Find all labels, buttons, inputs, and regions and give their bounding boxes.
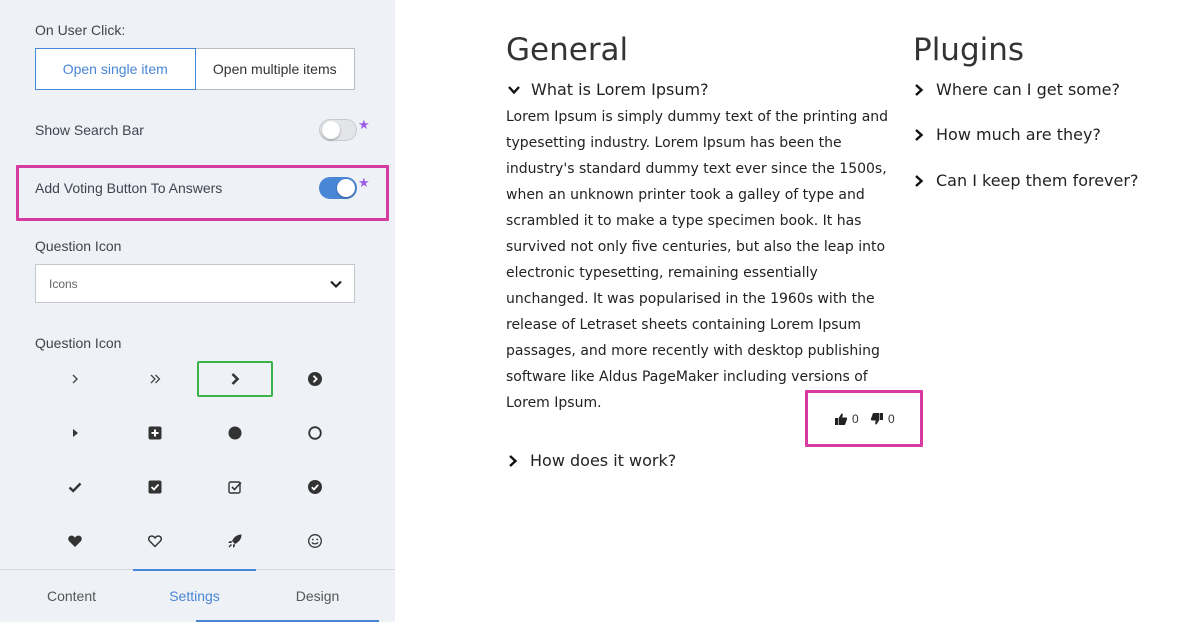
general-heading: General [506, 32, 629, 68]
upvote-button[interactable]: 0 [834, 412, 859, 426]
check-circle-icon[interactable] [277, 469, 353, 505]
angle-right-icon[interactable] [37, 361, 113, 397]
voting-buttons-highlight [805, 390, 923, 447]
plugins-question-1[interactable]: Where can I get some? [912, 80, 1120, 99]
question-icon-grid-label: Question Icon [35, 335, 122, 351]
question-text: Where can I get some? [936, 80, 1120, 99]
rocket-icon[interactable] [197, 523, 273, 559]
pro-star-icon: ★ [358, 117, 370, 132]
plugins-question-2[interactable]: How much are they? [912, 125, 1101, 144]
downvote-count: 0 [888, 412, 895, 426]
check-square-icon[interactable] [117, 469, 193, 505]
question-text: Can I keep them forever? [936, 171, 1139, 190]
thumbs-up-icon [835, 413, 848, 425]
circle-icon[interactable] [197, 415, 273, 451]
toggle-knob [322, 121, 340, 139]
circle-outline-icon[interactable] [277, 415, 353, 451]
chevron-right-icon[interactable] [197, 361, 273, 397]
general-question-2[interactable]: How does it work? [506, 451, 676, 470]
tab-settings[interactable]: Settings [133, 569, 256, 621]
add-voting-button-label: Add Voting Button To Answers [35, 180, 223, 196]
heart-icon[interactable] [37, 523, 113, 559]
chevron-right-icon [509, 454, 518, 467]
question-text: How much are they? [936, 125, 1101, 144]
add-voting-button-toggle[interactable] [319, 177, 357, 199]
panel-tabs: Content Settings Design [0, 569, 395, 622]
chevron-down-icon [330, 280, 342, 289]
chevron-down-icon [508, 85, 520, 94]
general-question-1[interactable]: What is Lorem Ipsum? [507, 80, 709, 99]
smile-icon[interactable] [277, 523, 353, 559]
pro-star-icon: ★ [358, 175, 370, 190]
plus-square-icon[interactable] [117, 415, 193, 451]
chevron-right-icon [915, 174, 924, 187]
check-icon[interactable] [37, 469, 113, 505]
settings-panel: On User Click: Open single item Open mul… [0, 0, 395, 622]
question-text: What is Lorem Ipsum? [531, 80, 709, 99]
open-multiple-items-button[interactable]: Open multiple items [195, 48, 355, 90]
angle-double-right-icon[interactable] [117, 361, 193, 397]
chevron-circle-right-icon[interactable] [277, 361, 353, 397]
plugins-heading: Plugins [913, 32, 1025, 68]
chevron-right-icon [915, 128, 924, 141]
question-icon-label: Question Icon [35, 238, 122, 254]
faq-preview: General Plugins What is Lorem Ipsum? Lor… [395, 0, 1194, 622]
tab-design[interactable]: Design [256, 570, 379, 622]
thumbs-down-icon [870, 413, 883, 425]
on-user-click-segmented-control: Open single item Open multiple items [35, 48, 355, 90]
check-square-outline-icon[interactable] [197, 469, 273, 505]
chevron-right-icon [915, 83, 924, 96]
show-search-bar-label: Show Search Bar [35, 122, 144, 138]
question-icon-select[interactable]: Icons [35, 264, 355, 303]
upvote-count: 0 [852, 412, 859, 426]
question-icon-select-value: Icons [49, 276, 78, 291]
caret-right-icon[interactable] [37, 415, 113, 451]
plugins-question-3[interactable]: Can I keep them forever? [912, 171, 1138, 190]
downvote-button[interactable]: 0 [870, 412, 895, 426]
answer-text: Lorem Ipsum is simply dummy text of the … [506, 109, 889, 411]
heart-outline-icon[interactable] [117, 523, 193, 559]
show-search-bar-toggle[interactable] [319, 119, 357, 141]
toggle-knob [337, 179, 355, 197]
question-text: How does it work? [530, 451, 677, 470]
tab-content[interactable]: Content [10, 570, 133, 622]
on-user-click-label: On User Click: [35, 22, 126, 38]
open-single-item-button[interactable]: Open single item [35, 48, 196, 90]
